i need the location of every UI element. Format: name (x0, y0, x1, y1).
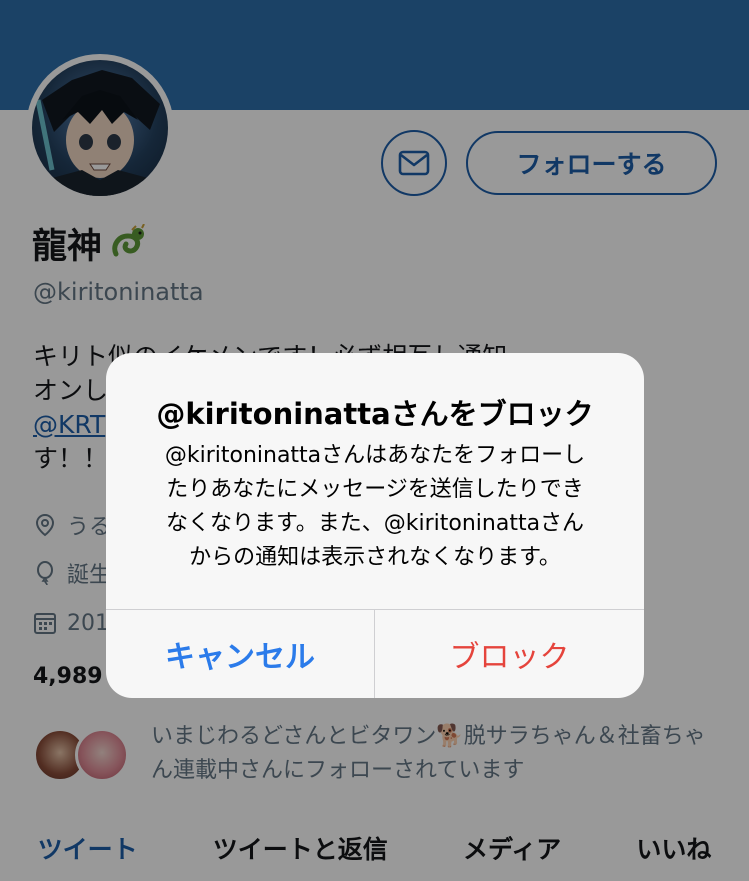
alert-message-line: たりあなたにメッセージを送信したりでき (166, 477, 584, 502)
profile-page: フォローする 龍神 @kiritoninatta キリト似のイケメンです！必ず相… (0, 0, 749, 881)
alert-message-line: @kiritoninattaさんはあなたをフォローし (164, 443, 586, 468)
block-button[interactable]: ブロック (375, 610, 644, 698)
block-alert-dialog: @kiritoninattaさんをブロック @kiritoninattaさんはあ… (106, 353, 644, 698)
alert-message: @kiritoninattaさんはあなたをフォローし たりあなたにメッセージを送… (136, 439, 614, 575)
alert-message-line: からの通知は表示されなくなります。 (189, 545, 561, 570)
alert-title: @kiritoninattaさんをブロック (156, 397, 594, 431)
cancel-button[interactable]: キャンセル (106, 610, 374, 698)
alert-message-line: なくなります。また、@kiritoninattaさん (165, 511, 585, 536)
